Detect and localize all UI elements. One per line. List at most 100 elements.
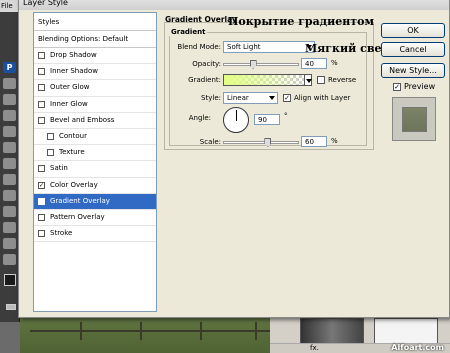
- type-tool-icon[interactable]: [3, 238, 16, 249]
- tool-path-icon[interactable]: P: [3, 62, 16, 73]
- menu-file[interactable]: File: [0, 0, 20, 12]
- fx-icon[interactable]: fx.: [310, 344, 319, 352]
- new-style-button[interactable]: New Style...: [381, 63, 445, 78]
- style-item-gradient-overlay[interactable]: ✓ Gradient Overlay: [34, 193, 156, 210]
- history-brush-icon[interactable]: [3, 158, 16, 169]
- style-checkbox[interactable]: ✓: [38, 181, 45, 189]
- layer-style-dialog: Layer Style Styles Blending Options: Def…: [18, 0, 450, 318]
- gradient-label: Gradient:: [188, 76, 221, 84]
- gradient-dropdown[interactable]: [304, 74, 312, 86]
- preview-label: Preview: [404, 82, 436, 91]
- fence-post: [80, 322, 82, 340]
- gradient-overlay-settings: Gradient Overlay Gradient Blend Mode: So…: [161, 12, 377, 312]
- gradient-picker[interactable]: [223, 74, 305, 86]
- blending-options-item[interactable]: Blending Options: Default: [34, 31, 156, 48]
- opacity-label: Opacity:: [192, 60, 221, 68]
- heal-tool-icon[interactable]: [3, 110, 16, 121]
- annotation-gradient-overlay: Покрытие градиентом: [228, 15, 374, 28]
- style-preview-thumbnail: [392, 97, 436, 141]
- blend-mode-value: Soft Light: [227, 43, 261, 51]
- hand-tool-icon[interactable]: [3, 254, 16, 265]
- style-checkbox[interactable]: ✓: [38, 197, 45, 205]
- style-checkbox[interactable]: [38, 116, 45, 124]
- tools-panel: P: [0, 12, 20, 322]
- style-checkbox[interactable]: [38, 165, 45, 173]
- style-item-label: Outer Glow: [50, 83, 90, 92]
- styles-list: Styles Blending Options: Default Drop Sh…: [33, 12, 157, 312]
- style-checkbox[interactable]: [38, 84, 45, 92]
- dialog-titlebar[interactable]: Layer Style: [19, 0, 449, 10]
- angle-dial[interactable]: [223, 107, 249, 133]
- style-item-contour[interactable]: Contour: [34, 129, 156, 146]
- style-checkbox[interactable]: [47, 132, 54, 140]
- layer-thumbnail[interactable]: [300, 318, 364, 344]
- style-item-label: Color Overlay: [50, 180, 98, 189]
- style-checkbox[interactable]: [47, 149, 54, 157]
- style-item-satin[interactable]: Satin: [34, 161, 156, 178]
- screen-mode-icon[interactable]: [6, 304, 16, 310]
- blend-mode-select[interactable]: Soft Light: [223, 41, 315, 53]
- crop-tool-icon[interactable]: [3, 94, 16, 105]
- brush-tool-icon[interactable]: [3, 126, 16, 137]
- ok-button[interactable]: OK: [381, 23, 445, 38]
- scale-input[interactable]: 60: [301, 136, 327, 147]
- group-title: Gradient Overlay: [165, 15, 237, 24]
- annotation-soft-light: Мягкий свет: [305, 42, 389, 55]
- fence-post: [200, 322, 202, 340]
- pen-tool-icon[interactable]: [3, 222, 16, 233]
- style-item-pattern-overlay[interactable]: Pattern Overlay: [34, 210, 156, 227]
- style-item-label: Bevel and Emboss: [50, 115, 115, 124]
- layer-mask-thumbnail[interactable]: [374, 318, 438, 344]
- angle-needle: [236, 110, 237, 121]
- style-item-inner-shadow[interactable]: Inner Shadow: [34, 64, 156, 81]
- blend-mode-label: Blend Mode:: [177, 43, 221, 51]
- style-item-label: Stroke: [50, 229, 73, 238]
- style-value: Linear: [227, 94, 249, 102]
- style-item-outer-glow[interactable]: Outer Glow: [34, 80, 156, 97]
- style-item-inner-glow[interactable]: Inner Glow: [34, 97, 156, 113]
- opacity-slider[interactable]: [223, 60, 299, 69]
- fence-post: [140, 322, 142, 340]
- style-checkbox[interactable]: [38, 230, 45, 238]
- opacity-input[interactable]: 40: [301, 58, 327, 69]
- lasso-tool-icon[interactable]: [3, 78, 16, 89]
- style-item-label: Texture: [59, 148, 85, 157]
- style-label: Style:: [201, 94, 221, 102]
- chevron-down-icon: [269, 96, 275, 100]
- style-checkbox[interactable]: [38, 68, 45, 76]
- style-checkbox[interactable]: [38, 52, 45, 59]
- angle-unit: °: [284, 112, 288, 120]
- align-with-layer-label: Align with Layer: [294, 94, 351, 102]
- style-item-label: Gradient Overlay: [50, 196, 110, 205]
- style-item-label: Inner Shadow: [50, 67, 98, 76]
- style-item-label: Drop Shadow: [50, 51, 97, 59]
- stamp-tool-icon[interactable]: [3, 142, 16, 153]
- gradient-tool-icon[interactable]: [3, 190, 16, 201]
- style-checkbox[interactable]: [38, 213, 45, 221]
- styles-header[interactable]: Styles: [34, 13, 156, 31]
- style-select[interactable]: Linear: [223, 92, 278, 104]
- style-item-color-overlay[interactable]: ✓ Color Overlay: [34, 178, 156, 194]
- style-item-label: Inner Glow: [50, 99, 88, 108]
- foreground-color-swatch[interactable]: [4, 274, 16, 286]
- scale-slider[interactable]: [223, 138, 299, 147]
- style-checkbox[interactable]: [38, 100, 45, 108]
- dodge-tool-icon[interactable]: [3, 206, 16, 217]
- style-item-stroke[interactable]: Stroke: [34, 226, 156, 243]
- preview-checkbox[interactable]: ✓: [393, 83, 401, 91]
- subgroup-title: Gradient: [169, 28, 208, 36]
- chevron-down-icon: [306, 79, 312, 83]
- align-with-layer-checkbox[interactable]: ✓: [283, 94, 291, 102]
- style-item-drop-shadow[interactable]: Drop Shadow: [34, 48, 156, 65]
- angle-input[interactable]: 90: [254, 114, 280, 125]
- eraser-tool-icon[interactable]: [3, 174, 16, 185]
- style-item-texture[interactable]: Texture: [34, 145, 156, 162]
- reverse-label: Reverse: [328, 76, 357, 84]
- scale-label: Scale:: [199, 138, 221, 146]
- cancel-button[interactable]: Cancel: [381, 42, 445, 57]
- reverse-checkbox[interactable]: [317, 76, 325, 84]
- fence-rail: [30, 330, 270, 332]
- opacity-unit: %: [331, 59, 338, 67]
- style-item-bevel-and-emboss[interactable]: Bevel and Emboss: [34, 113, 156, 129]
- style-item-label: Contour: [59, 131, 87, 140]
